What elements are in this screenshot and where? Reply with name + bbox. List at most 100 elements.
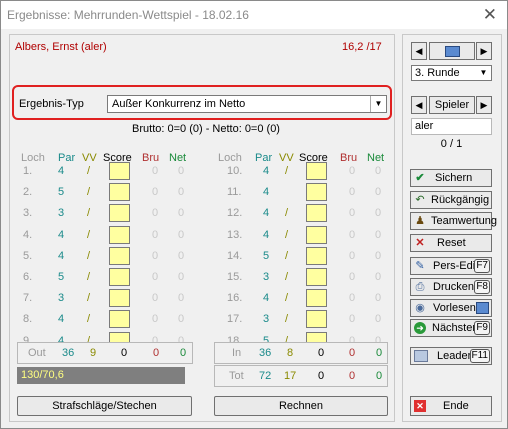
header-loch-front: Loch bbox=[21, 152, 45, 164]
close-icon[interactable]: ✕ bbox=[483, 5, 497, 25]
score-input[interactable] bbox=[306, 289, 327, 307]
teamwertung-button[interactable]: ♟ Teamwertung bbox=[410, 212, 497, 230]
tot-total-row: Tot 72 17 0 0 0 bbox=[214, 365, 388, 387]
hole-bru: 0 bbox=[349, 271, 356, 283]
pers-edit-button[interactable]: ✎ Pers-Edit F7 bbox=[410, 257, 492, 275]
score-input[interactable] bbox=[306, 162, 327, 180]
hole-par: 4 bbox=[58, 229, 65, 241]
ende-label: Ende bbox=[443, 400, 469, 412]
score-input[interactable] bbox=[306, 268, 327, 286]
hole-net: 0 bbox=[375, 186, 382, 198]
tot-vv: 17 bbox=[284, 370, 297, 382]
score-input[interactable] bbox=[109, 204, 130, 222]
sichern-label: Sichern bbox=[435, 172, 473, 184]
naechster-button[interactable]: ➜ Nächster F9 bbox=[410, 319, 492, 337]
sichern-button[interactable]: ✔ Sichern bbox=[410, 169, 492, 187]
vorlesen-button[interactable]: ◉ Vorlesen bbox=[410, 299, 492, 317]
score-input[interactable] bbox=[306, 226, 327, 244]
drucken-button[interactable]: ⎙ Drucken F8 bbox=[410, 278, 492, 296]
hole-par: 3 bbox=[263, 313, 270, 325]
hole-net: 0 bbox=[375, 271, 382, 283]
out-label: Out bbox=[28, 347, 46, 359]
hole-net: 0 bbox=[375, 313, 382, 325]
drucken-label: Drucken bbox=[433, 281, 474, 293]
hole-net: 0 bbox=[178, 250, 185, 262]
hole-bru: 0 bbox=[152, 292, 159, 304]
hole-bru: 0 bbox=[349, 292, 356, 304]
hole-number: 3. bbox=[23, 207, 33, 219]
player-name: Albers, Ernst (aler) bbox=[15, 41, 107, 53]
hole-net: 0 bbox=[375, 165, 382, 177]
tot-bru: 0 bbox=[349, 370, 356, 382]
ergebnis-typ-label: Ergebnis-Typ bbox=[19, 98, 84, 110]
ergebnis-typ-select[interactable]: Außer Konkurrenz im Netto ▼ bbox=[107, 95, 387, 113]
hole-bru: 0 bbox=[349, 207, 356, 219]
next-player-button[interactable]: ▶ bbox=[476, 96, 492, 114]
score-input[interactable] bbox=[109, 268, 130, 286]
prev-player-button[interactable]: ◀ bbox=[411, 96, 427, 114]
score-input[interactable] bbox=[109, 310, 130, 328]
next-round-button[interactable]: ▶ bbox=[476, 42, 492, 60]
score-input[interactable] bbox=[109, 162, 130, 180]
hole-net: 0 bbox=[375, 229, 382, 241]
hole-vv: / bbox=[87, 271, 91, 283]
hole-par: 4 bbox=[58, 313, 65, 325]
hole-number: 16. bbox=[227, 292, 243, 304]
hole-net: 0 bbox=[375, 207, 382, 219]
hole-par: 4 bbox=[58, 165, 65, 177]
exit-icon: ✕ bbox=[414, 400, 426, 412]
chevron-down-icon[interactable]: ▼ bbox=[370, 96, 386, 112]
hole-net: 0 bbox=[178, 313, 185, 325]
player-handicap: 16,2 /17 bbox=[342, 41, 382, 53]
print-icon: ⎙ bbox=[415, 281, 425, 293]
header-bru-front: Bru bbox=[142, 152, 160, 164]
in-score: 0 bbox=[318, 347, 325, 359]
header-loch-back: Loch bbox=[218, 152, 242, 164]
hole-number: 13. bbox=[227, 229, 243, 241]
score-input[interactable] bbox=[109, 247, 130, 265]
hole-bru: 0 bbox=[152, 313, 159, 325]
hole-number: 6. bbox=[23, 271, 33, 283]
hole-vv: / bbox=[87, 313, 91, 325]
tot-net: 0 bbox=[376, 370, 383, 382]
strafschlaege-button[interactable]: Strafschläge/Stechen bbox=[17, 396, 192, 416]
naechster-shortcut: F9 bbox=[474, 321, 490, 335]
score-input[interactable] bbox=[306, 247, 327, 265]
tot-score: 0 bbox=[318, 370, 325, 382]
runde-select[interactable]: 3. Runde ▼ bbox=[411, 65, 492, 81]
hole-number: 2. bbox=[23, 186, 33, 198]
leader-label: Leader bbox=[437, 350, 472, 362]
teamwertung-label: Teamwertung bbox=[431, 215, 498, 227]
rechnen-button[interactable]: Rechnen bbox=[214, 396, 388, 416]
speaker-icon: ◉ bbox=[415, 302, 425, 314]
print-round-button[interactable] bbox=[429, 42, 475, 60]
pers-edit-label: Pers-Edit bbox=[433, 260, 479, 272]
in-total-row: In 36 8 0 0 0 bbox=[214, 342, 388, 364]
score-input[interactable] bbox=[306, 310, 327, 328]
brutto-netto-summary: Brutto: 0=0 (0) - Netto: 0=0 (0) bbox=[132, 123, 280, 135]
score-input[interactable] bbox=[109, 226, 130, 244]
hole-par: 4 bbox=[263, 186, 270, 198]
leader-button[interactable]: Leader F11 bbox=[410, 347, 492, 365]
spieler-input[interactable]: aler bbox=[411, 118, 492, 135]
spieler-button[interactable]: Spieler bbox=[429, 96, 475, 114]
close-icon: ✕ bbox=[415, 237, 425, 249]
out-score: 0 bbox=[121, 347, 128, 359]
score-input[interactable] bbox=[306, 183, 327, 201]
rueckgaengig-button[interactable]: ↶ Rückgängig bbox=[410, 191, 492, 209]
score-input[interactable] bbox=[109, 289, 130, 307]
naechster-label: Nächster bbox=[432, 322, 477, 334]
hole-bru: 0 bbox=[152, 229, 159, 241]
prev-round-button[interactable]: ◀ bbox=[411, 42, 427, 60]
chevron-down-icon[interactable]: ▼ bbox=[477, 66, 490, 80]
score-input[interactable] bbox=[109, 183, 130, 201]
undo-icon: ↶ bbox=[415, 194, 425, 206]
hole-par: 3 bbox=[58, 207, 65, 219]
edit-icon: ✎ bbox=[415, 260, 425, 272]
score-input[interactable] bbox=[306, 204, 327, 222]
header-par-front: Par bbox=[58, 152, 76, 164]
reset-button[interactable]: ✕ Reset bbox=[410, 234, 492, 252]
hole-vv: / bbox=[285, 207, 289, 219]
ende-button[interactable]: ✕ Ende bbox=[410, 396, 492, 416]
pers-edit-shortcut: F7 bbox=[474, 259, 490, 273]
